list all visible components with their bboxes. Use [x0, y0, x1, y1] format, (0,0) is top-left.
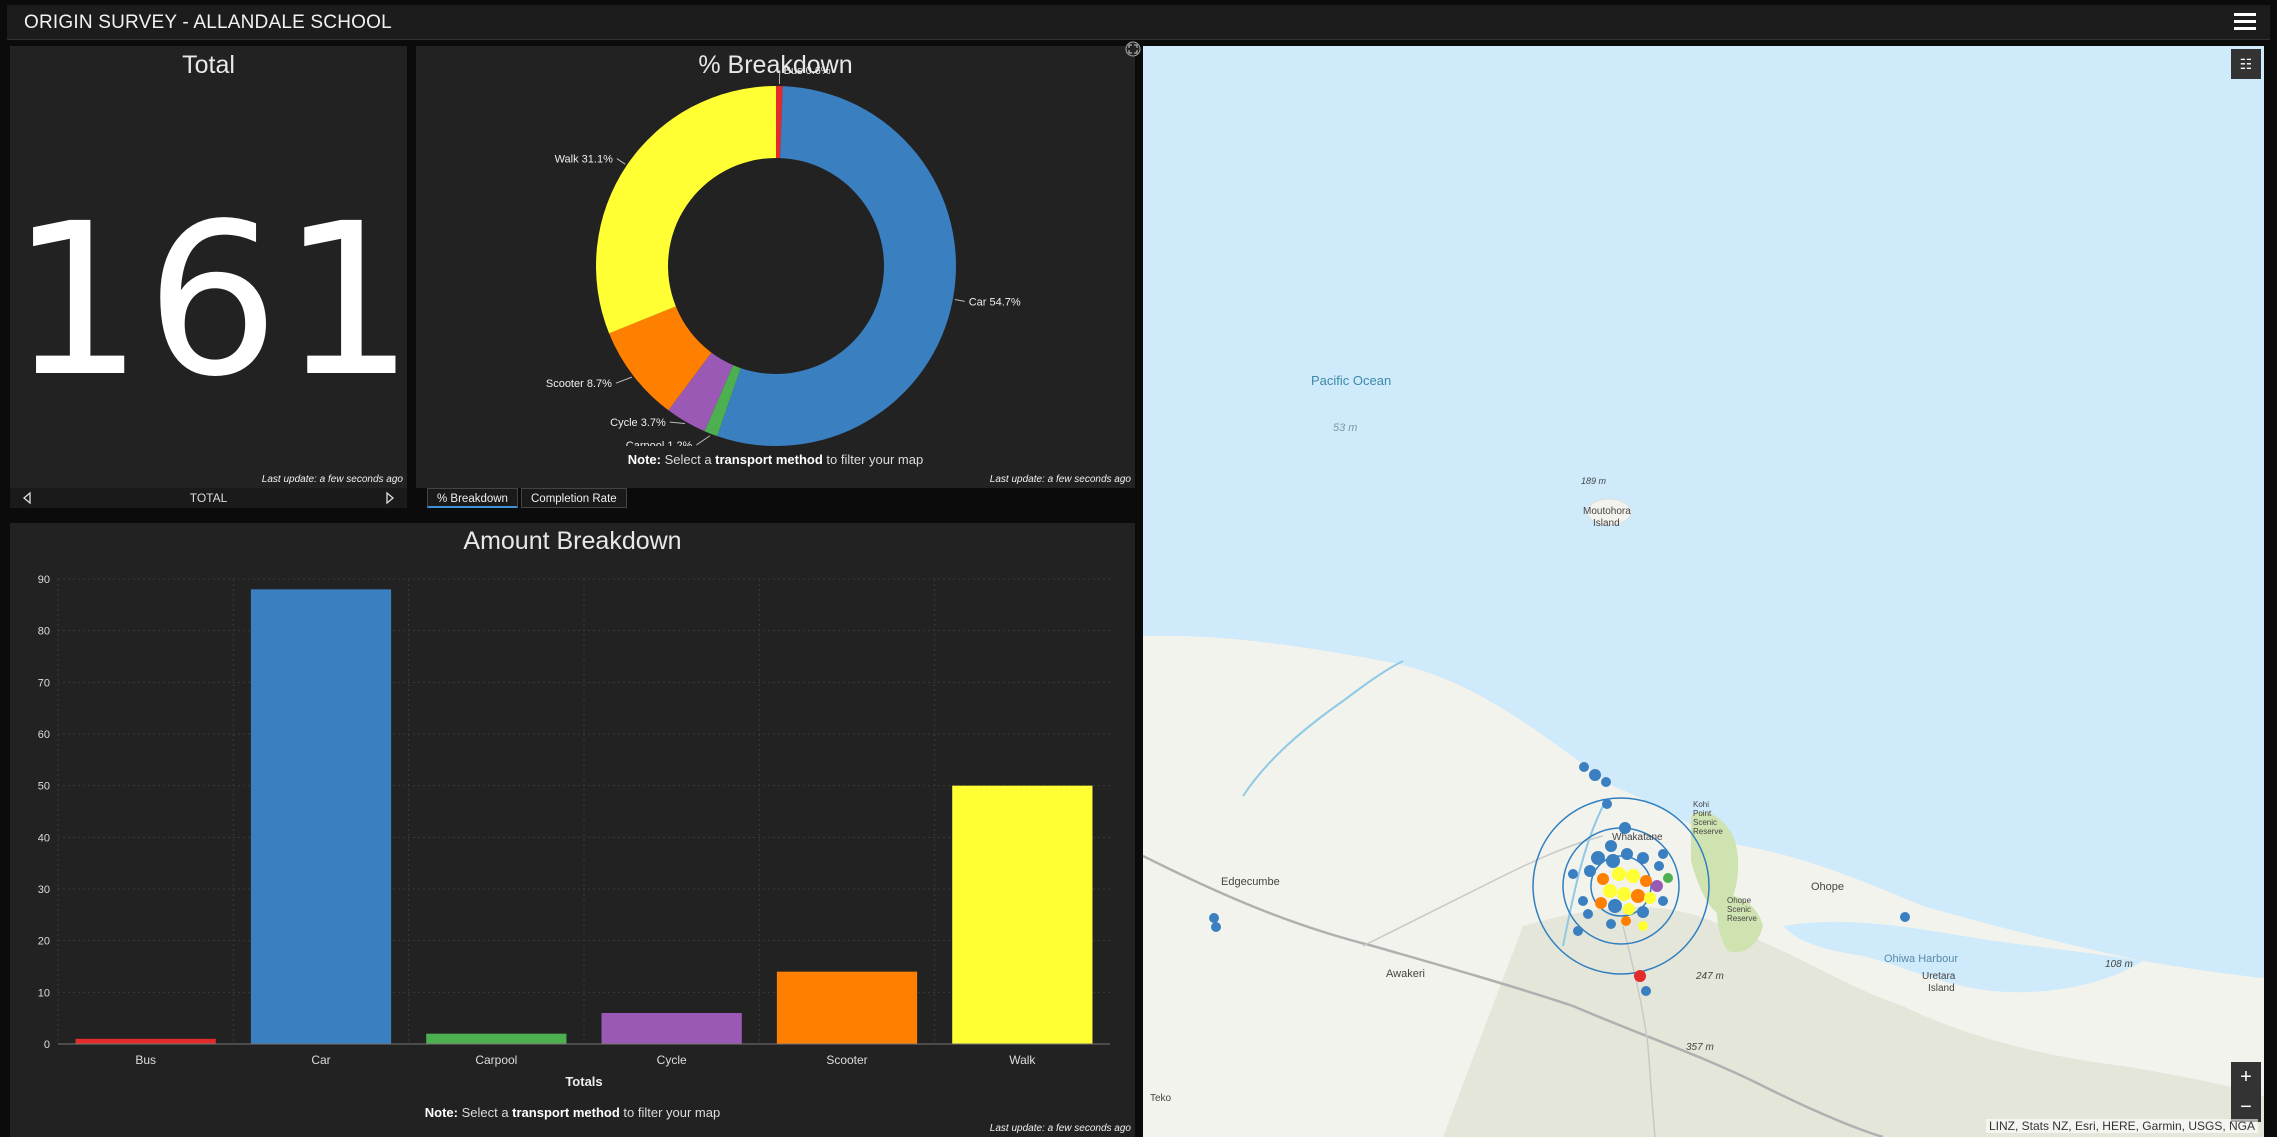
x-tick-label: Cycle — [657, 1053, 687, 1067]
amount-breakdown-panel: Amount Breakdown 0 10 20 30 40 50 60 70 80 90 Bus C… — [10, 523, 1135, 1137]
pie-label-scooter: Scooter 8.7% — [546, 378, 612, 390]
map-label-kohi-2: Point — [1693, 809, 1712, 818]
pie-label-bus: Bus 0.6% — [784, 65, 831, 77]
map-label-uretara: Uretara — [1922, 971, 1956, 982]
pie-label-car: Car 54.7% — [969, 296, 1021, 308]
next-arrow-icon[interactable] — [383, 491, 397, 505]
bar-note: Note: Select a transport method to filte… — [10, 1105, 1135, 1120]
pie-leader-line — [954, 299, 965, 302]
app-title: ORIGIN SURVEY - ALLANDALE SCHOOL — [24, 12, 392, 33]
pie-note: Note: Select a transport method to filte… — [416, 452, 1135, 467]
y-tick-label: 70 — [38, 677, 50, 689]
total-title: Total — [182, 51, 235, 79]
bar-carpool[interactable] — [426, 1033, 567, 1044]
y-tick-label: 60 — [38, 729, 50, 741]
map-label-ohope-scenic-3: Reserve — [1727, 914, 1757, 923]
map-label-depth: 53 m — [1333, 422, 1358, 434]
map-label-uretara-2: Island — [1928, 983, 1955, 994]
donut-chart[interactable]: Bus 0.6% Car 54.7% Carpool 1.2% Cycle 3.7% S… — [416, 46, 1135, 446]
zoom-in-button[interactable]: + — [2231, 1062, 2261, 1092]
map-label-kohi-4: Reserve — [1693, 827, 1723, 836]
bar-scooter[interactable] — [776, 971, 918, 1044]
map-label-edgecumbe: Edgecumbe — [1221, 876, 1280, 888]
pie-slice-walk[interactable] — [596, 86, 776, 334]
map-label-island-name: Moutohora — [1583, 506, 1631, 517]
y-tick-label: 50 — [38, 781, 50, 793]
pie-last-update: Last update: a few seconds ago — [989, 474, 1131, 485]
bar-note-middle: Select a — [457, 1105, 513, 1120]
pie-note-middle: Select a — [660, 452, 716, 467]
x-tick-label: Scooter — [826, 1053, 867, 1067]
map-label-kohi: Kohi — [1693, 800, 1710, 809]
y-tick-label: 10 — [38, 987, 50, 999]
bar-note-bold: transport method — [512, 1105, 620, 1120]
x-axis-label: Totals — [565, 1074, 602, 1089]
map-label-ohope-scenic-2: Scenic — [1727, 905, 1752, 914]
map-label-elevation-247: 247 m — [1696, 971, 1724, 982]
map-label-ohope-scenic: Ohope — [1727, 896, 1752, 905]
map-view[interactable]: Pacific Ocean 53 m 189 m Moutohora Islan… — [1143, 46, 2264, 1137]
pie-label-cycle: Cycle 3.7% — [610, 417, 666, 429]
total-indicator-panel: Total 161 Last update: a few seconds ago — [10, 46, 417, 488]
y-tick-label: 90 — [38, 574, 50, 586]
y-tick-label: 30 — [38, 884, 50, 896]
pie-note-bold: transport method — [715, 452, 823, 467]
map-label-kohi-3: Scenic — [1693, 818, 1718, 827]
pie-tab-bar: % Breakdown Completion Rate — [416, 488, 1135, 510]
pie-note-suffix: to filter your map — [822, 452, 924, 467]
y-tick-label: 20 — [38, 936, 50, 948]
pie-label-walk: Walk 31.1% — [555, 154, 614, 166]
map-label-awakeri: Awakeri — [1386, 968, 1425, 980]
expand-icon[interactable] — [1125, 41, 1141, 57]
pie-note-prefix: Note: — [627, 452, 661, 467]
y-tick-label: 40 — [38, 832, 50, 844]
map-label-island-name-2: Island — [1593, 518, 1620, 529]
bar-bus[interactable] — [75, 1038, 216, 1044]
total-last-update: Last update: a few seconds ago — [261, 474, 403, 485]
map-label-elevation-108: 108 m — [2105, 959, 2133, 970]
bar-note-suffix: to filter your map — [619, 1105, 721, 1120]
hamburger-menu-icon[interactable] — [2234, 11, 2256, 31]
tab-percent-breakdown[interactable]: % Breakdown — [427, 488, 518, 508]
bar-car[interactable] — [250, 589, 392, 1044]
map-label-elevation-357: 357 m — [1686, 1042, 1714, 1053]
pie-label-carpool: Carpool 1.2% — [626, 440, 693, 446]
pie-leader-line — [669, 421, 685, 425]
map-attribution: LINZ, Stats NZ, Esri, HERE, Garmin, USGS… — [1985, 1119, 2258, 1133]
total-value: 161 — [10, 178, 417, 423]
total-nav-label: TOTAL — [189, 491, 228, 505]
x-tick-label: Bus — [135, 1053, 156, 1067]
y-tick-label: 0 — [44, 1039, 50, 1051]
legend-list-icon[interactable]: ☷ — [2231, 49, 2261, 79]
x-tick-label: Car — [311, 1053, 330, 1067]
bar-walk[interactable] — [952, 785, 1093, 1044]
pie-leader-line — [616, 158, 626, 165]
app-header: ORIGIN SURVEY - ALLANDALE SCHOOL — [7, 5, 2270, 40]
map-label-teko: Teko — [1150, 1093, 1172, 1104]
x-tick-label: Carpool — [475, 1053, 517, 1067]
map-label-whakatane: Whakatane — [1612, 832, 1663, 843]
total-nav-bar: TOTAL — [10, 488, 407, 508]
pie-leader-line — [615, 376, 633, 384]
map-label-ohiwa-harbour: Ohiwa Harbour — [1884, 953, 1958, 965]
map-label-ohope: Ohope — [1811, 881, 1845, 893]
pie-leader-line — [696, 435, 711, 446]
tab-completion-rate[interactable]: Completion Rate — [521, 488, 627, 508]
bar-cycle[interactable] — [601, 1013, 742, 1044]
bar-last-update: Last update: a few seconds ago — [989, 1123, 1131, 1134]
map-label-island-elevation: 189 m — [1581, 476, 1607, 486]
x-tick-label: Walk — [1009, 1053, 1036, 1067]
bar-chart[interactable]: 0 10 20 30 40 50 60 70 80 90 Bus Car Carpool Cycle Sco… — [10, 523, 1135, 1093]
map-label-pacific-ocean: Pacific Ocean — [1311, 373, 1392, 388]
percent-breakdown-panel: % Breakdown Bus 0.6% Car 54.7% Carpool 1.2… — [416, 41, 1141, 488]
y-tick-label: 80 — [38, 626, 50, 638]
zoom-out-button[interactable]: − — [2231, 1092, 2261, 1122]
bar-note-prefix: Note: — [424, 1105, 458, 1120]
